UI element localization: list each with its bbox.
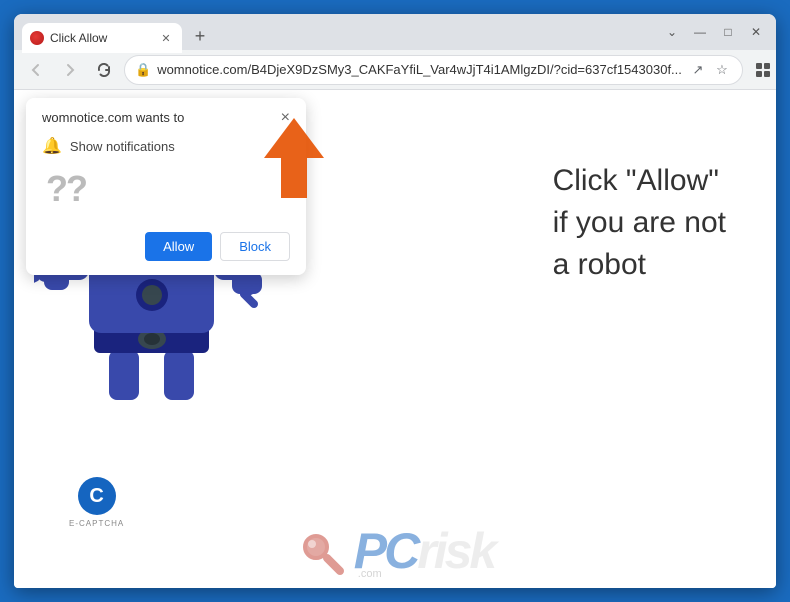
tab-label: Click Allow [50,31,152,45]
pcrisk-watermark: PCrisk .com [14,526,776,580]
toolbar-icons [749,56,776,84]
bell-icon: 🔔 [42,136,62,156]
captcha-logo: C E-CAPTCHA [69,477,124,528]
address-bar[interactable]: 🔒 womnotice.com/B4DjeX9DzSMy3_CAKFaYfiL_… [124,55,743,85]
main-text-line1: Click "Allow" [553,160,726,202]
chevron-down-icon[interactable]: ⌄ [660,20,684,44]
browser-window: Click Allow ✕ + ⌄ — □ ✕ 🔒 womnotice.com/… [14,14,776,588]
window-controls: ⌄ — □ ✕ [660,20,768,44]
new-tab-button[interactable]: + [186,22,214,50]
minimize-button[interactable]: — [688,20,712,44]
popup-description: Show notifications [70,139,175,154]
refresh-button[interactable] [90,56,118,84]
active-tab[interactable]: Click Allow ✕ [22,23,182,53]
share-icon[interactable]: ↗ [688,60,708,80]
navigation-bar: 🔒 womnotice.com/B4DjeX9DzSMy3_CAKFaYfiL_… [14,50,776,90]
captcha-letter: C [89,485,103,508]
question-marks: ?? [46,168,86,210]
tab-area: Click Allow ✕ + [22,14,656,50]
lock-icon: 🔒 [135,62,151,78]
close-button[interactable]: ✕ [744,20,768,44]
arrow-icon [249,108,339,208]
title-bar: Click Allow ✕ + ⌄ — □ ✕ [14,14,776,50]
main-text-line3: a robot [553,244,726,286]
block-button[interactable]: Block [220,232,290,261]
tab-close-button[interactable]: ✕ [158,30,174,46]
popup-title: womnotice.com wants to [42,110,184,125]
extension-icon[interactable] [749,56,776,84]
url-text: womnotice.com/B4DjeX9DzSMy3_CAKFaYfiL_Va… [157,62,682,77]
back-button[interactable] [22,56,50,84]
main-text-line2: if you are not [553,202,726,244]
main-text: Click "Allow" if you are not a robot [553,160,726,286]
page-content: womnotice.com wants to × 🔔 Show notifica… [14,90,776,588]
forward-button[interactable] [56,56,84,84]
bookmark-icon[interactable]: ☆ [712,60,732,80]
popup-buttons: Allow Block [42,232,290,261]
maximize-button[interactable]: □ [716,20,740,44]
allow-button[interactable]: Allow [145,232,212,261]
address-bar-icons: ↗ ☆ [688,60,732,80]
tab-favicon [30,31,44,45]
magnifier-icon [296,527,348,579]
